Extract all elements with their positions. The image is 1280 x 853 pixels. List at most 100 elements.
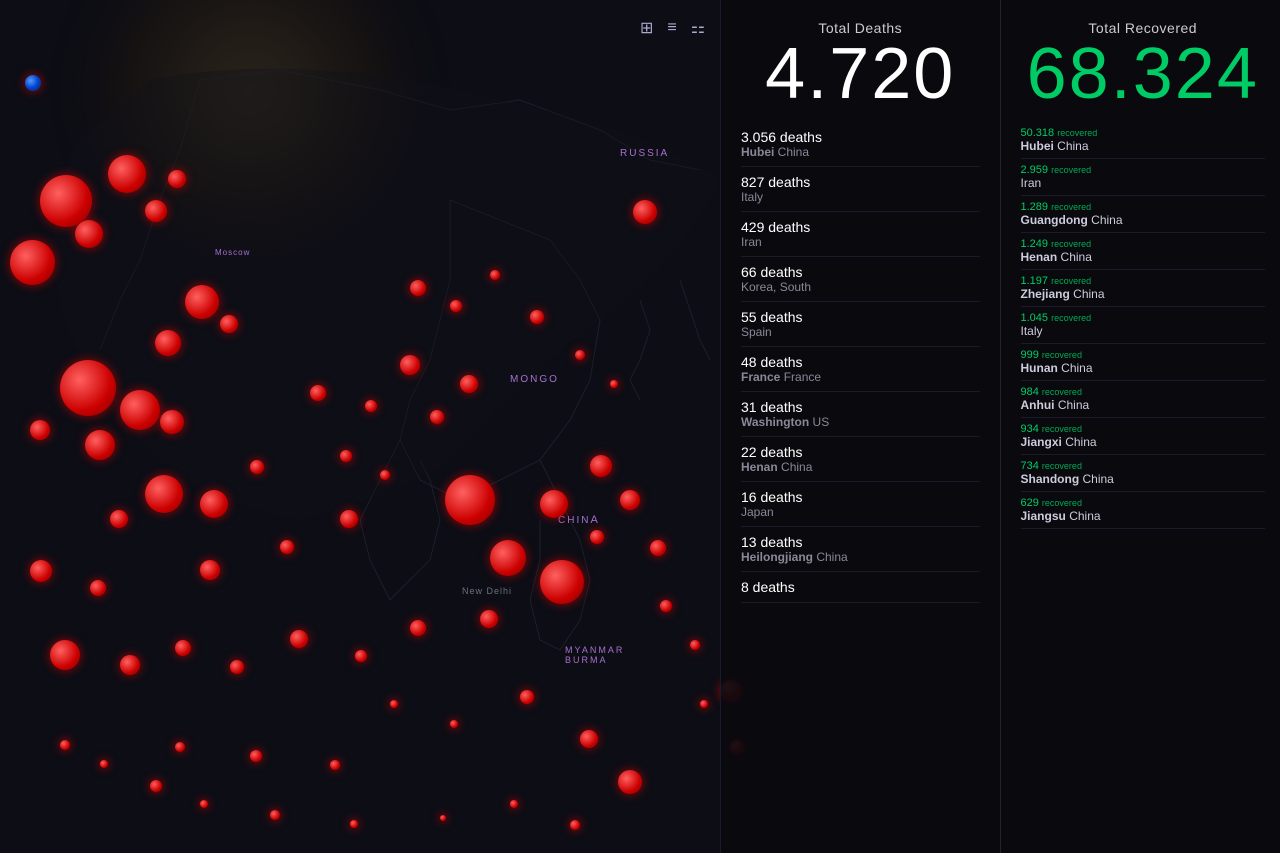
grid-icon[interactable]: ⊞ <box>640 18 653 38</box>
dot-9 <box>220 315 238 333</box>
death-list-item: 22 deaths Henan China <box>741 437 980 482</box>
toolbar-icons: ⊞ ≡ ⚏ <box>640 18 705 38</box>
dot-x22 <box>330 760 340 770</box>
recovery-list-item: 934 recovered Jiangxi China <box>1021 418 1266 455</box>
death-list-item: 3.056 deaths Hubei China <box>741 122 980 167</box>
dot-17 <box>110 510 128 528</box>
dot-china-5 <box>540 560 584 604</box>
death-list-item: 48 deaths France France <box>741 347 980 392</box>
recovery-list-item: 734 recovered Shandong China <box>1021 455 1266 492</box>
dot-x14 <box>620 490 640 510</box>
death-list-item: 429 deaths Iran <box>741 212 980 257</box>
dot-27 <box>230 660 244 674</box>
dot-x11 <box>530 310 544 324</box>
dot-korea <box>590 530 604 544</box>
dot-10 <box>60 360 116 416</box>
deaths-panel: Total Deaths 4.720 3.056 deaths Hubei Ch… <box>721 0 1001 853</box>
dot-b6 <box>350 820 358 828</box>
dot-20 <box>90 580 106 596</box>
dot-x4 <box>430 410 444 424</box>
dot-china-2 <box>490 540 526 576</box>
recovery-list-item: 50.318 recovered Hubei China <box>1021 122 1266 159</box>
dot-x18 <box>700 700 708 708</box>
dot-12 <box>85 430 115 460</box>
dot-x1 <box>310 385 326 401</box>
dot-x15 <box>650 540 666 556</box>
dot-3 <box>75 220 103 248</box>
dot-b2 <box>100 760 108 768</box>
dot-china-4 <box>590 455 612 477</box>
dot-x17 <box>690 640 700 650</box>
dot-26 <box>175 640 191 656</box>
dot-2 <box>108 155 146 193</box>
dot-5 <box>145 200 167 222</box>
dot-china-1 <box>445 475 495 525</box>
dot-16 <box>200 490 228 518</box>
recovered-header: Total Recovered 68.324 <box>1021 20 1266 110</box>
dot-b3 <box>150 780 162 792</box>
dot-x23 <box>450 720 458 728</box>
death-list-item: 55 deaths Spain <box>741 302 980 347</box>
dot-x2 <box>365 400 377 412</box>
dot-china-6 <box>480 610 498 628</box>
dot-30 <box>410 620 426 636</box>
recovery-list-item: 629 recovered Jiangsu China <box>1021 492 1266 529</box>
dot-x16 <box>660 600 672 612</box>
dot-x26 <box>618 770 642 794</box>
dot-4 <box>10 240 55 285</box>
map-container: RUSSIA MONGO CHINA New Delhi MYANMARBURM… <box>0 0 800 853</box>
recovery-list-item: 1.249 recovered Henan China <box>1021 233 1266 270</box>
deaths-total: 4.720 <box>741 38 980 110</box>
dot-1 <box>40 175 92 227</box>
recovered-panel: Total Recovered 68.324 50.318 recovered … <box>1001 0 1280 853</box>
dot-x28 <box>390 700 398 708</box>
recovery-list-item: 1.045 recovered Italy <box>1021 307 1266 344</box>
dot-x6 <box>340 450 352 462</box>
deaths-list: 3.056 deaths Hubei China 827 deaths Ital… <box>741 122 980 603</box>
dot-15 <box>145 475 183 513</box>
dot-blue <box>25 75 41 91</box>
dot-b7 <box>440 815 446 821</box>
dot-b1 <box>60 740 70 750</box>
dot-x25 <box>580 730 598 748</box>
map-lines-svg <box>0 0 800 853</box>
dot-b9 <box>570 820 580 830</box>
recovered-total: 68.324 <box>1021 38 1266 110</box>
recovery-list-item: 999 recovered Hunan China <box>1021 344 1266 381</box>
dot-22 <box>280 540 294 554</box>
dot-x7 <box>380 470 390 480</box>
dot-china-3 <box>540 490 568 518</box>
recovery-list-item: 2.959 recovered Iran <box>1021 159 1266 196</box>
recovery-list-item: 1.197 recovered Zhejiang China <box>1021 270 1266 307</box>
dot-b4 <box>200 800 208 808</box>
chart-icon[interactable]: ⚏ <box>691 18 705 38</box>
dot-x10 <box>490 270 500 280</box>
dot-b8 <box>510 800 518 808</box>
death-list-item: 8 deaths <box>741 572 980 603</box>
dot-11 <box>120 390 160 430</box>
dot-13 <box>160 410 184 434</box>
dot-18 <box>250 460 264 474</box>
dot-14 <box>30 420 50 440</box>
dot-23 <box>340 510 358 528</box>
death-list-item: 31 deaths Washington US <box>741 392 980 437</box>
dot-6 <box>168 170 186 188</box>
dot-24 <box>50 640 80 670</box>
dot-x24 <box>520 690 534 704</box>
dot-x21 <box>250 750 262 762</box>
dot-x9 <box>450 300 462 312</box>
death-list-item: 16 deaths Japan <box>741 482 980 527</box>
death-list-item: 66 deaths Korea, South <box>741 257 980 302</box>
dot-x13 <box>610 380 618 388</box>
dot-8 <box>155 330 181 356</box>
dot-21 <box>200 560 220 580</box>
deaths-header: Total Deaths 4.720 <box>741 20 980 110</box>
dot-x12 <box>575 350 585 360</box>
dot-19 <box>30 560 52 582</box>
list-icon[interactable]: ≡ <box>667 19 676 37</box>
dot-x3 <box>400 355 420 375</box>
dot-x8 <box>410 280 426 296</box>
dot-russia <box>633 200 657 224</box>
recovered-list: 50.318 recovered Hubei China 2.959 recov… <box>1021 122 1266 529</box>
dot-29 <box>355 650 367 662</box>
